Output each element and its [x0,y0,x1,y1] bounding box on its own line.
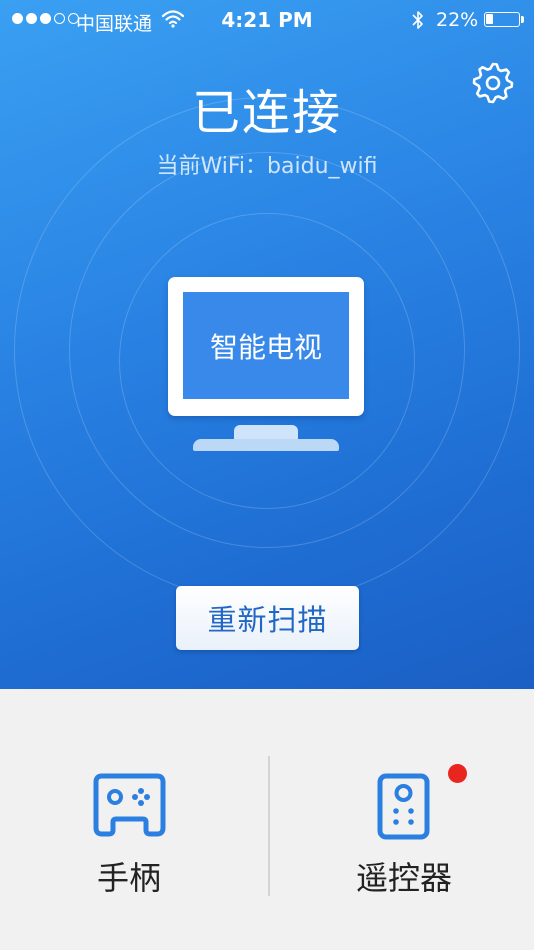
remote-icon [377,773,430,840]
feature-panel [0,689,534,950]
remote-label: 遥控器 [356,859,453,897]
bluetooth-icon [412,11,423,29]
rescan-button[interactable]: 重新扫描 [176,586,359,650]
tv-stand-base [193,439,339,451]
notification-badge [448,764,467,783]
gamepad-icon [93,773,166,837]
device-name: 智能电视 [183,292,349,399]
connection-status-title: 已连接 [191,85,342,141]
connection-panel: 中国联通 4:21 PM 22% 已连接 当前WiFi：baidu_wifi 智… [0,0,534,689]
feature-divider [268,756,270,896]
status-bar: 中国联通 4:21 PM 22% [0,0,534,40]
battery-percentage: 22% [436,9,479,31]
battery-icon [484,12,520,27]
current-wifi-label: 当前WiFi：baidu_wifi [156,154,378,179]
tv-frame: 智能电视 [168,277,364,416]
gamepad-label: 手柄 [97,859,162,897]
